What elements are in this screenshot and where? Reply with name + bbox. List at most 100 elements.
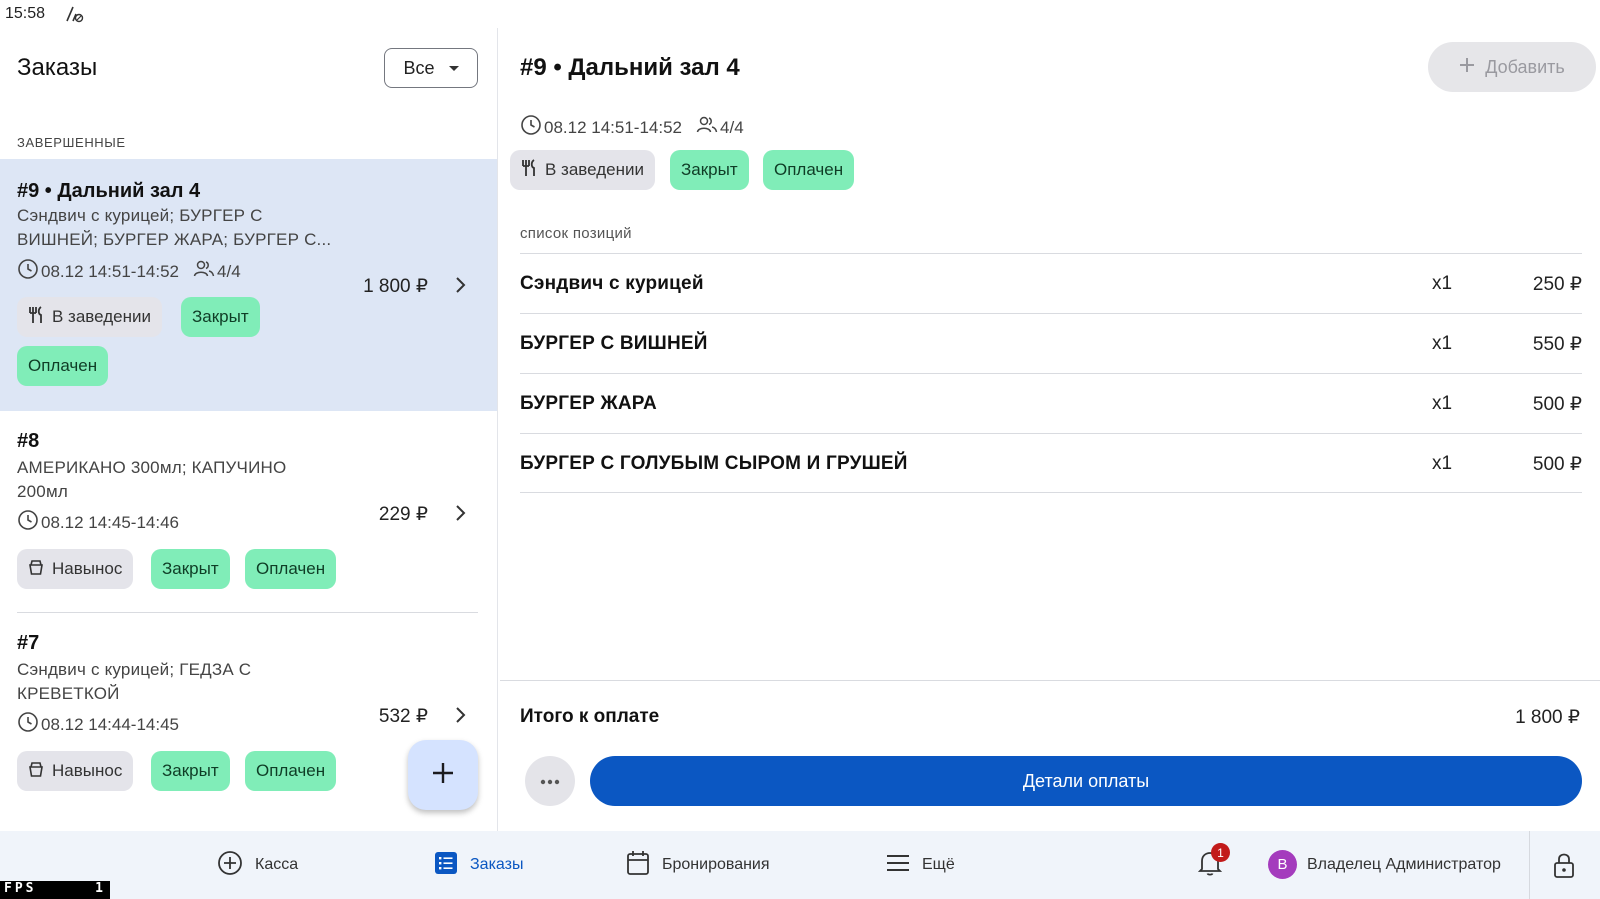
order-meta: 08.12 14:45-14:46 [17, 509, 179, 536]
takeaway-bag-icon [28, 559, 44, 580]
chip-order-type: Навынос [17, 751, 134, 791]
fork-knife-icon [28, 305, 44, 329]
position-name: Сэндвич с курицей [520, 273, 704, 294]
order-number: #9 • Дальний зал 4 [17, 180, 201, 202]
nav-label: Ещё [922, 856, 955, 873]
add-button[interactable]: Добавить [1428, 42, 1596, 92]
position-name: БУРГЕР С ВИШНЕЙ [520, 333, 708, 354]
nav-item-more[interactable]: Ещё [886, 831, 955, 899]
fps-label: FPS [4, 881, 37, 896]
chip-status: Закрыт [151, 751, 230, 791]
total-label: Итого к оплате [520, 706, 660, 727]
chip-order-type-label: В заведении [52, 307, 151, 326]
calendar-icon [626, 850, 650, 881]
order-guests: 4/4 [217, 261, 241, 281]
nav-item-orders[interactable]: Заказы [434, 831, 523, 899]
order-time: 08.12 14:45-14:46 [41, 512, 180, 532]
status-bar: 15:58 [0, 0, 1600, 28]
guests-icon [193, 259, 215, 284]
chip-order-type: В заведении [17, 297, 162, 337]
position-qty: x1 [1432, 333, 1453, 354]
bottom-nav: Касса Заказы Бронирования Ещё 1 В Владел… [0, 831, 1600, 899]
position-qty: x1 [1432, 273, 1453, 294]
detail-guests: 4/4 [720, 117, 744, 137]
chip-order-type-label: Навынос [52, 761, 123, 780]
positions-list-label: список позиций [520, 225, 632, 242]
position-row[interactable]: БУРГЕР С ГОЛУБЫМ СЫРОМ И ГРУШЕЙ x1 500 ₽ [520, 433, 1582, 493]
fps-value: 1 [95, 881, 106, 896]
detail-time: 08.12 14:51-14:52 [544, 117, 683, 137]
add-button-label: Добавить [1485, 56, 1565, 77]
detail-chip-payment: Оплачен [763, 150, 855, 190]
guests-icon [696, 115, 718, 140]
position-row[interactable]: БУРГЕР ЖАРА x1 500 ₽ [520, 373, 1582, 433]
detail-meta: 08.12 14:51-14:52 4/4 [520, 114, 744, 141]
order-items: АМЕРИКАНО 300мл; КАПУЧИНО 200мл [17, 458, 287, 501]
fps-counter: FPS 1 [0, 881, 110, 899]
chip-payment: Оплачен [17, 346, 109, 386]
position-name: БУРГЕР ЖАРА [520, 393, 657, 414]
caret-down-icon [448, 65, 459, 71]
nav-label: Касса [255, 856, 299, 873]
chip-payment: Оплачен [245, 549, 337, 589]
orders-filter-dropdown[interactable]: Все [384, 48, 478, 88]
new-order-fab[interactable] [408, 740, 478, 810]
order-price: 229 ₽ [378, 504, 428, 525]
more-horizontal-icon [540, 772, 560, 790]
order-card-8[interactable]: #8 АМЕРИКАНО 300мл; КАПУЧИНО 200мл 08.12… [0, 411, 497, 611]
user-name: Владелец Администратор [1307, 855, 1501, 873]
order-price: 532 ₽ [378, 706, 428, 727]
order-time: 08.12 14:44-14:45 [41, 714, 180, 734]
position-name: БУРГЕР С ГОЛУБЫМ СЫРОМ И ГРУШЕЙ [520, 453, 908, 474]
nav-label: Заказы [470, 856, 524, 873]
position-sum: 500 ₽ [1532, 394, 1582, 415]
sync-off-icon [64, 5, 84, 28]
clock-icon [520, 114, 542, 141]
lock-icon[interactable] [1553, 851, 1575, 884]
detail-title: #9 • Дальний зал 4 [520, 54, 740, 81]
chevron-right-icon [454, 706, 466, 729]
chip-status: Закрыт [181, 297, 260, 337]
nav-divider [1529, 831, 1530, 899]
total-value: 1 800 ₽ [1515, 707, 1580, 728]
plus-icon [431, 761, 455, 790]
more-options-button[interactable] [525, 756, 575, 806]
plus-icon [1459, 57, 1475, 78]
list-icon [434, 851, 458, 880]
add-circle-icon [217, 850, 243, 881]
nav-label: Бронирования [662, 856, 770, 873]
detail-chip-status: Закрыт [670, 150, 749, 190]
footer-divider [500, 680, 1600, 681]
detail-chip-order-type-label: В заведении [545, 160, 644, 179]
detail-chip-order-type: В заведении [510, 150, 655, 190]
payment-details-button[interactable]: Детали оплаты [590, 756, 1582, 806]
order-time: 08.12 14:51-14:52 [41, 261, 180, 281]
order-meta: 08.12 14:44-14:45 [17, 711, 179, 738]
chip-order-type: Навынос [17, 549, 134, 589]
fork-knife-icon [521, 158, 537, 182]
avatar: В [1268, 850, 1297, 879]
position-qty: x1 [1432, 453, 1453, 474]
order-items: Сэндвич с курицей; ГЕДЗА С КРЕВЕТКОЙ [17, 660, 252, 703]
order-items: Сэндвич с курицей; БУРГЕР С ВИШНЕЙ; БУРГ… [17, 206, 332, 249]
position-sum: 250 ₽ [1532, 274, 1582, 295]
position-row[interactable]: БУРГЕР С ВИШНЕЙ x1 550 ₽ [520, 313, 1582, 373]
order-card-9[interactable]: #9 • Дальний зал 4 Сэндвич с курицей; БУ… [0, 159, 497, 411]
position-row[interactable]: Сэндвич с курицей x1 250 ₽ [520, 253, 1582, 313]
order-detail-pane: #9 • Дальний зал 4 Добавить 08.12 14:51-… [500, 28, 1600, 831]
user-profile[interactable]: В Владелец Администратор [1268, 850, 1501, 879]
chip-order-type-label: Навынос [52, 559, 123, 578]
order-meta: 08.12 14:51-14:52 4/4 [17, 258, 241, 285]
section-label-completed: ЗАВЕРШЕННЫЕ [17, 135, 126, 150]
clock-icon [17, 258, 39, 285]
clock-icon [17, 711, 39, 738]
nav-item-bookings[interactable]: Бронирования [626, 831, 770, 899]
position-qty: x1 [1432, 393, 1453, 414]
chevron-right-icon [454, 276, 466, 299]
notification-badge: 1 [1211, 843, 1230, 862]
chip-status: Закрыт [151, 549, 230, 589]
order-number: #8 [17, 430, 40, 452]
status-time: 15:58 [5, 5, 46, 22]
nav-item-kassa[interactable]: Касса [217, 831, 298, 899]
clock-icon [17, 509, 39, 536]
